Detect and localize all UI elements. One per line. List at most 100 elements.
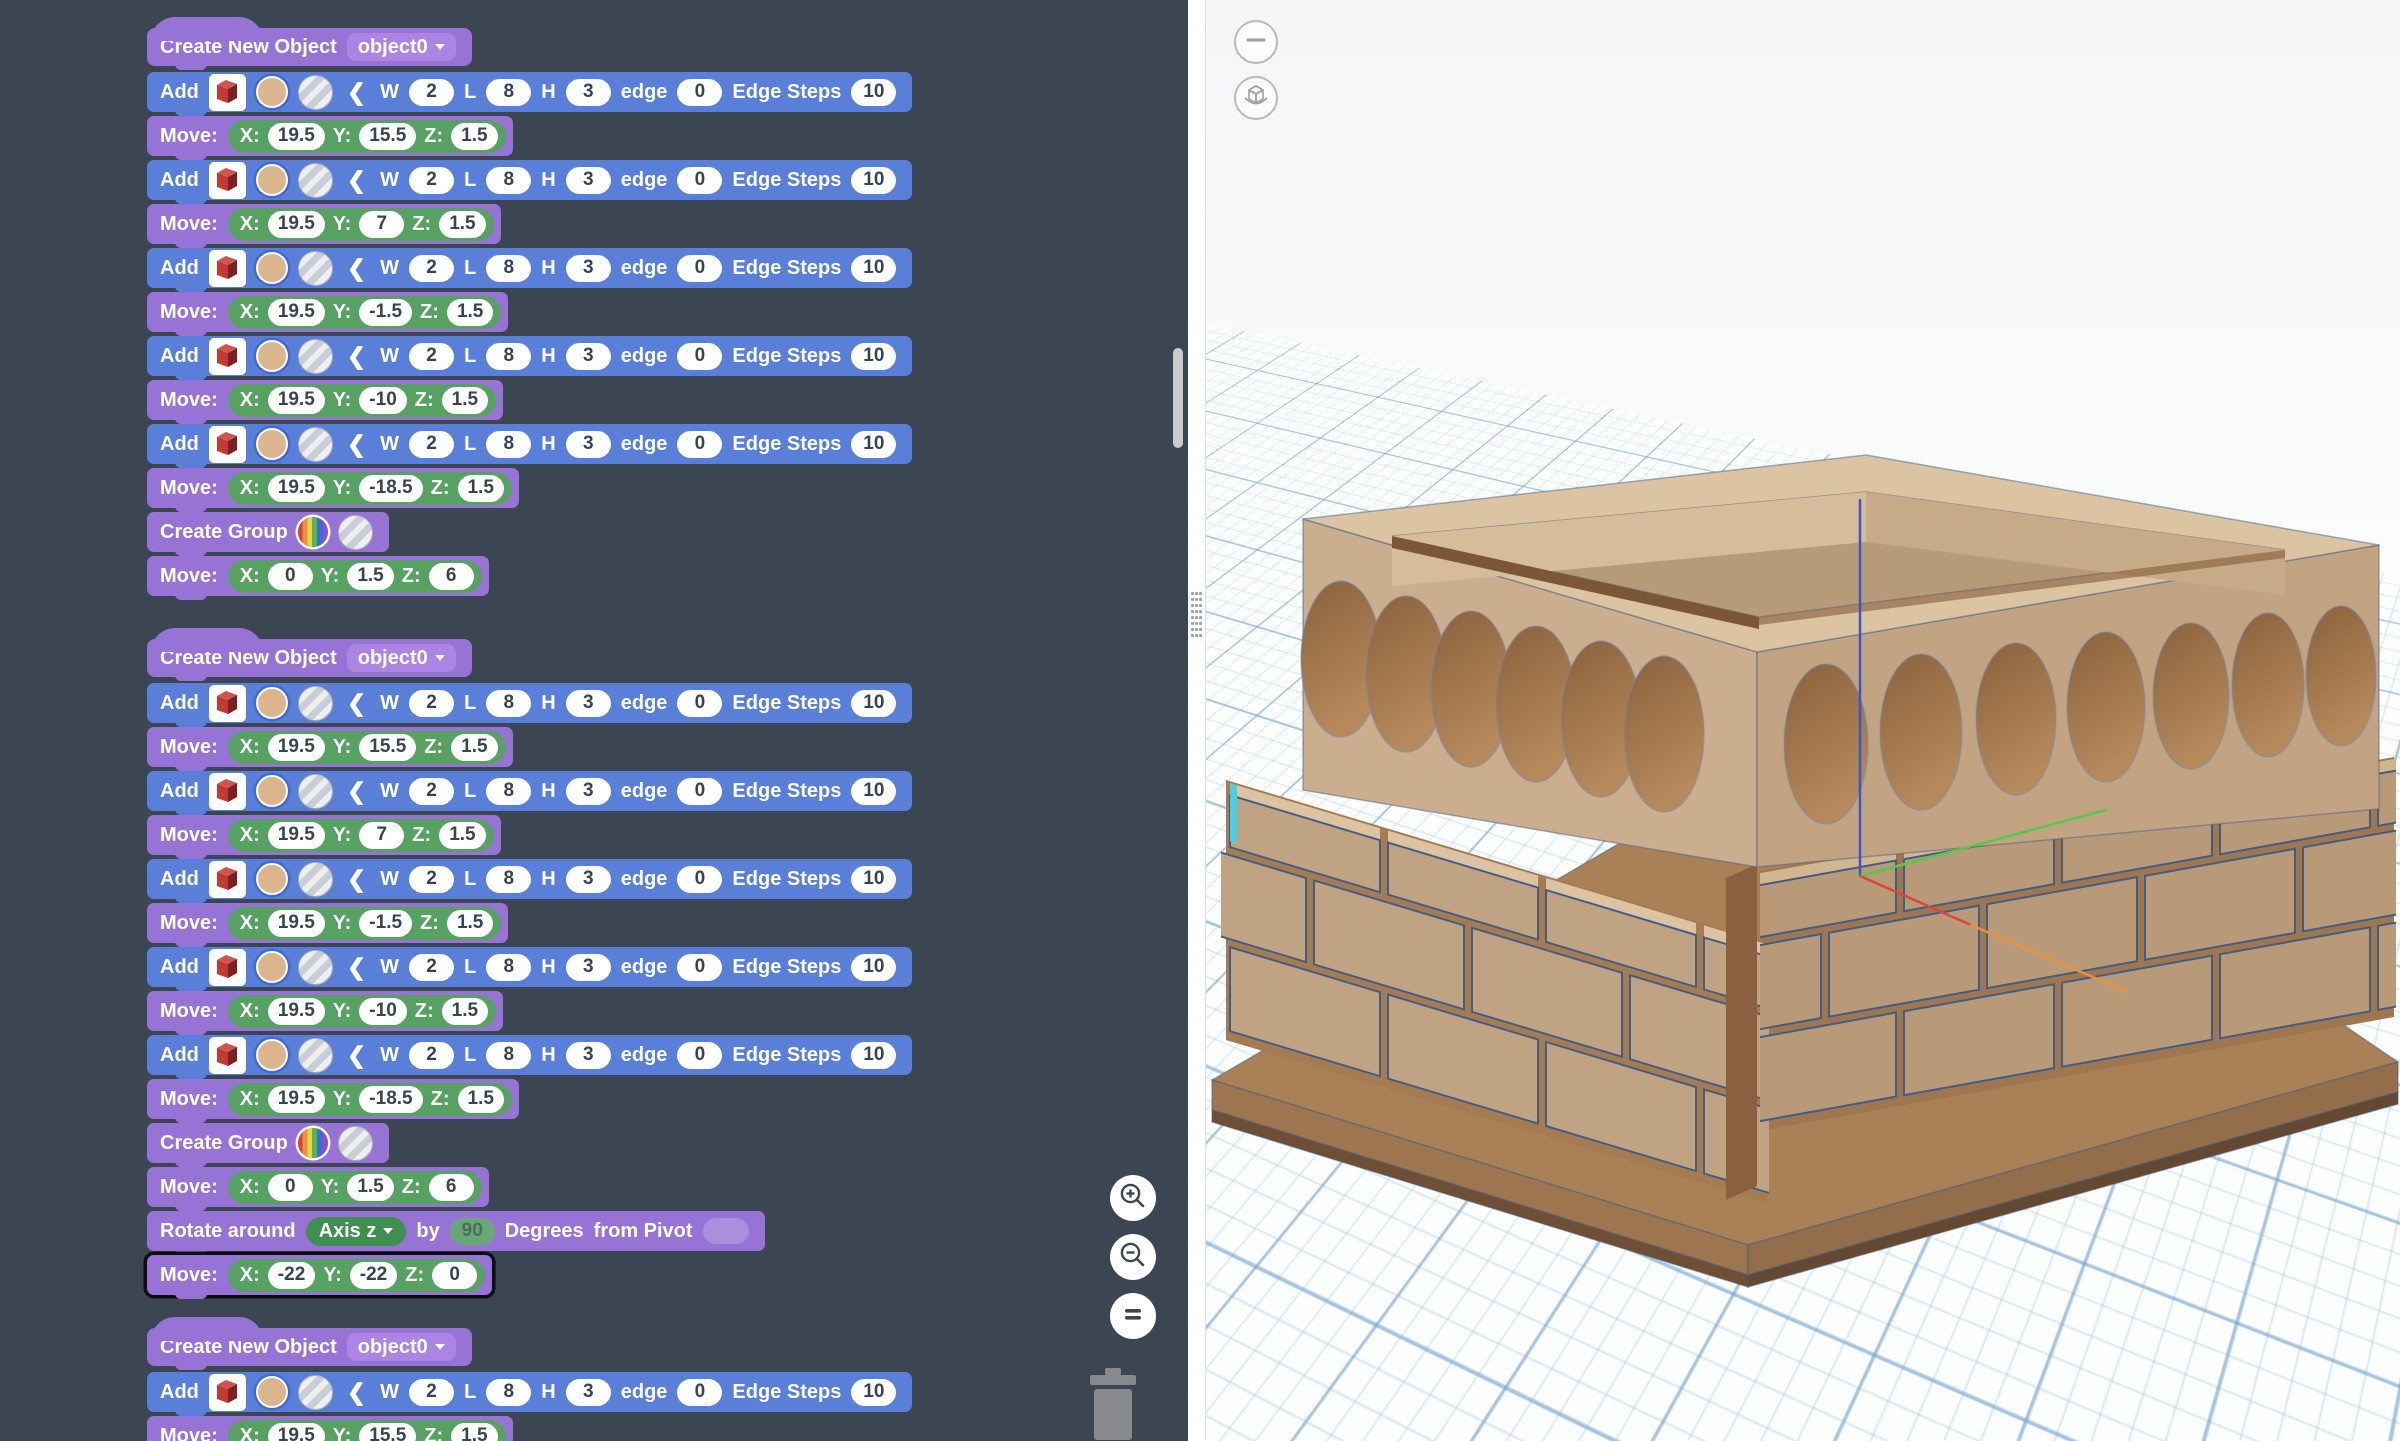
shape-picker[interactable] xyxy=(209,162,246,199)
scrollbar-thumb[interactable] xyxy=(1173,348,1183,448)
param-input[interactable]: 10 xyxy=(851,1042,896,1069)
coord-input[interactable]: 7 xyxy=(359,211,404,238)
collapse-chevron-icon[interactable]: ❮ xyxy=(347,690,366,717)
coord-input[interactable]: 1.5 xyxy=(439,822,485,849)
param-input[interactable]: 2 xyxy=(409,431,454,458)
material-swatch[interactable] xyxy=(298,774,333,809)
add-block[interactable]: Add❮W2L8H3edge0Edge Steps10 xyxy=(147,771,912,811)
material-swatch[interactable] xyxy=(338,515,373,550)
param-input[interactable]: 10 xyxy=(851,431,896,458)
move-block[interactable]: Move:X:19.5Y:-1.5Z:1.5 xyxy=(147,292,508,332)
param-input[interactable]: 0 xyxy=(677,1042,722,1069)
param-input[interactable]: 8 xyxy=(486,79,531,106)
coord-input[interactable]: 19.5 xyxy=(268,910,325,937)
param-input[interactable]: 3 xyxy=(566,255,611,282)
material-swatch[interactable] xyxy=(298,163,333,198)
coord-input[interactable]: 0 xyxy=(432,1262,477,1289)
coord-input[interactable]: 1.5 xyxy=(458,1086,504,1113)
param-input[interactable]: 2 xyxy=(409,255,454,282)
color-swatch[interactable] xyxy=(256,951,288,983)
object-dropdown[interactable]: object0 xyxy=(347,33,456,61)
color-swatch[interactable] xyxy=(256,428,288,460)
coord-input[interactable]: 0 xyxy=(268,563,313,590)
move-block[interactable]: Move:X:19.5Y:-1.5Z:1.5 xyxy=(147,903,508,943)
collapse-chevron-icon[interactable]: ❮ xyxy=(347,167,366,194)
collapse-chevron-icon[interactable]: ❮ xyxy=(347,778,366,805)
param-input[interactable]: 0 xyxy=(677,954,722,981)
shape-picker[interactable] xyxy=(209,74,246,111)
add-block[interactable]: Add❮W2L8H3edge0Edge Steps10 xyxy=(147,336,912,376)
param-input[interactable]: 3 xyxy=(566,690,611,717)
add-block[interactable]: Add❮W2L8H3edge0Edge Steps10 xyxy=(147,947,912,987)
coord-input[interactable]: -1.5 xyxy=(359,299,412,326)
panel-resize-handle[interactable] xyxy=(1191,592,1203,640)
param-input[interactable]: 2 xyxy=(409,1042,454,1069)
collapse-panel-button[interactable] xyxy=(1234,20,1278,64)
color-swatch[interactable] xyxy=(256,687,288,719)
param-input[interactable]: 0 xyxy=(677,1379,722,1406)
param-input[interactable]: 8 xyxy=(486,167,531,194)
color-swatch[interactable] xyxy=(256,1376,288,1408)
shape-picker[interactable] xyxy=(209,861,246,898)
param-input[interactable]: 8 xyxy=(486,866,531,893)
param-input[interactable]: 10 xyxy=(851,1379,896,1406)
param-input[interactable]: 0 xyxy=(677,866,722,893)
param-input[interactable]: 0 xyxy=(677,167,722,194)
coord-input[interactable]: 19.5 xyxy=(268,475,325,502)
coord-input[interactable]: 19.5 xyxy=(268,998,325,1025)
param-input[interactable]: 8 xyxy=(486,431,531,458)
shape-picker[interactable] xyxy=(209,949,246,986)
material-swatch[interactable] xyxy=(298,1038,333,1073)
param-input[interactable]: 2 xyxy=(409,866,454,893)
coord-input[interactable]: -10 xyxy=(359,998,406,1025)
coord-input[interactable]: 19.5 xyxy=(268,123,325,150)
coord-input[interactable]: 1.5 xyxy=(451,734,497,761)
collapse-chevron-icon[interactable]: ❮ xyxy=(347,954,366,981)
color-swatch[interactable] xyxy=(256,252,288,284)
coord-input[interactable]: 6 xyxy=(429,563,474,590)
coord-input[interactable]: 19.5 xyxy=(268,387,325,414)
viewport-3d[interactable] xyxy=(1206,0,2400,1441)
param-input[interactable]: 10 xyxy=(851,79,896,106)
axis-dropdown[interactable]: Axis z xyxy=(306,1217,407,1246)
param-input[interactable]: 3 xyxy=(566,866,611,893)
collapse-chevron-icon[interactable]: ❮ xyxy=(347,866,366,893)
param-input[interactable]: 3 xyxy=(566,343,611,370)
param-input[interactable]: 8 xyxy=(486,1379,531,1406)
param-input[interactable]: 8 xyxy=(486,255,531,282)
multicolor-swatch[interactable] xyxy=(298,1128,328,1158)
param-input[interactable]: 10 xyxy=(851,866,896,893)
material-swatch[interactable] xyxy=(298,1375,333,1410)
move-block[interactable]: Move:X:0Y:1.5Z:6 xyxy=(147,1167,489,1207)
collapse-chevron-icon[interactable]: ❮ xyxy=(347,255,366,282)
coord-input[interactable]: 19.5 xyxy=(268,734,325,761)
move-block[interactable]: Move:X:19.5Y:-18.5Z:1.5 xyxy=(147,1079,519,1119)
delete-drop-zone[interactable] xyxy=(1085,1368,1141,1441)
color-swatch[interactable] xyxy=(256,340,288,372)
home-view-button[interactable] xyxy=(1234,76,1278,120)
coord-input[interactable]: 1.5 xyxy=(439,211,485,238)
move-block[interactable]: Move:X:19.5Y:7Z:1.5 xyxy=(147,204,501,244)
param-input[interactable]: 3 xyxy=(566,778,611,805)
coord-input[interactable]: 1.5 xyxy=(447,910,493,937)
material-swatch[interactable] xyxy=(298,75,333,110)
move-block[interactable]: Move:X:19.5Y:-10Z:1.5 xyxy=(147,991,503,1031)
coord-input[interactable]: 19.5 xyxy=(268,1423,325,1441)
param-input[interactable]: 10 xyxy=(851,167,896,194)
coord-input[interactable]: -22 xyxy=(350,1262,397,1289)
create-new-object-block[interactable]: Create New Objectobject0 xyxy=(147,639,472,677)
color-swatch[interactable] xyxy=(256,775,288,807)
color-swatch[interactable] xyxy=(256,863,288,895)
object-dropdown[interactable]: object0 xyxy=(347,1333,456,1361)
color-swatch[interactable] xyxy=(256,1039,288,1071)
add-block[interactable]: Add❮W2L8H3edge0Edge Steps10 xyxy=(147,1035,912,1075)
coord-input[interactable]: 1.5 xyxy=(442,998,488,1025)
angle-input[interactable]: 90 xyxy=(450,1218,495,1245)
zoom-out-button[interactable] xyxy=(1110,1234,1156,1280)
coord-input[interactable]: 1.5 xyxy=(347,563,393,590)
coord-input[interactable]: 15.5 xyxy=(359,1423,416,1441)
coord-input[interactable]: 1.5 xyxy=(451,123,497,150)
param-input[interactable]: 8 xyxy=(486,954,531,981)
coord-input[interactable]: 19.5 xyxy=(268,299,325,326)
coord-input[interactable]: -10 xyxy=(359,387,406,414)
